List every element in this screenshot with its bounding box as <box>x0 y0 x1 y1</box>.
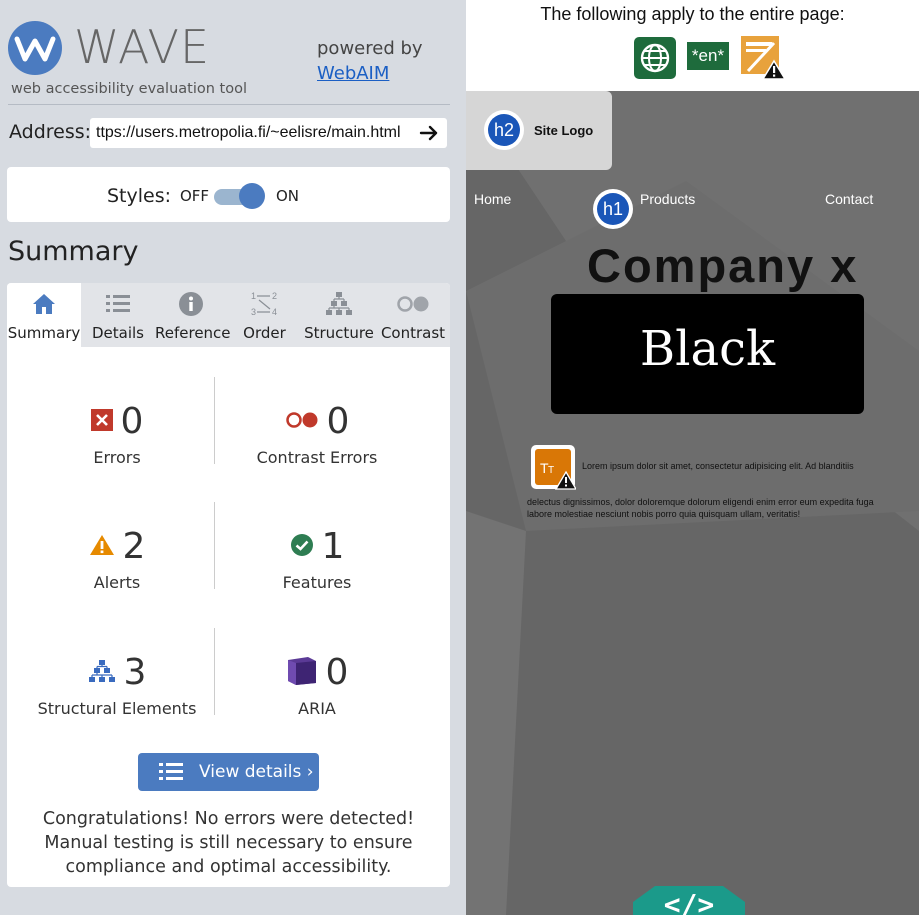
nav-contact[interactable]: Contact <box>825 191 873 207</box>
svg-text:1: 1 <box>251 291 256 301</box>
svg-text:2: 2 <box>272 291 277 301</box>
paragraph-text: Lorem ipsum dolor sit amet, consectetur … <box>582 461 854 471</box>
features-count[interactable]: 1 Features <box>217 526 417 592</box>
tab-structure[interactable]: Structure <box>302 283 376 347</box>
features-value: 1 <box>321 526 345 567</box>
site-logo-text: Site Logo <box>534 123 594 138</box>
tab-label: Structure <box>304 324 374 342</box>
styles-on-label: ON <box>276 187 300 205</box>
font-size-alert-icon[interactable]: T T <box>530 444 576 490</box>
alerts-label: Alerts <box>93 573 141 592</box>
list-icon <box>159 763 183 780</box>
panel-tabs: Summary Details Reference 1 2 3 4 Order Str… <box>7 283 450 347</box>
view-details-button[interactable]: View details › <box>138 753 319 791</box>
address-label: Address: <box>9 121 92 143</box>
powered-by-text: powered by <box>317 38 423 59</box>
styles-toggle-box: Styles: OFF ON <box>7 167 450 222</box>
congrats-message: Congratulations! No errors were detected… <box>42 809 415 877</box>
structural-value: 3 <box>123 652 147 693</box>
black-banner-text: Black <box>639 321 776 377</box>
page-level-icons-bar: The following apply to the entire page: … <box>466 0 919 91</box>
order-icon: 1 2 3 4 <box>251 291 277 317</box>
tab-reference[interactable]: Reference <box>155 283 231 347</box>
contrast-icon <box>397 296 429 312</box>
address-input[interactable]: ttps://users.metropolia.fi/~eelisre/main… <box>90 118 447 148</box>
svg-text:4: 4 <box>272 307 277 317</box>
app-title: WAVE <box>74 20 211 74</box>
error-icon <box>90 408 113 431</box>
app-tagline: web accessibility evaluation tool <box>11 81 247 97</box>
tab-label: Details <box>91 324 144 342</box>
aria-value: 0 <box>325 652 349 693</box>
company-heading: Company x <box>587 239 859 292</box>
structural-count[interactable]: 3 Structural Elements <box>17 652 217 718</box>
errors-label: Errors <box>93 448 141 467</box>
structure-icon <box>88 659 115 682</box>
aria-label: ARIA <box>298 699 336 718</box>
view-details-label: View details › <box>199 762 314 782</box>
page-title: Summary <box>8 236 139 267</box>
errors-count[interactable]: 0 Errors <box>17 401 217 467</box>
wave-sidebar: WAVE web accessibility evaluation tool p… <box>0 0 466 915</box>
page-preview: The following apply to the entire page: … <box>466 0 919 915</box>
aria-count[interactable]: 0 ARIA <box>217 652 417 718</box>
tab-summary[interactable]: Summary <box>7 283 81 347</box>
contrast-errors-label: Contrast Errors <box>256 448 378 467</box>
tab-label: Reference <box>155 324 231 342</box>
styles-off-label: OFF <box>180 187 210 205</box>
page-level-heading: The following apply to the entire page: <box>540 4 845 24</box>
tab-label: Order <box>243 324 286 342</box>
alerts-value: 2 <box>122 526 146 567</box>
page-title-alert-icon[interactable] <box>738 33 786 81</box>
svg-text:</>: </> <box>664 888 715 915</box>
list-icon <box>106 295 130 312</box>
structure-icon <box>326 292 352 315</box>
alerts-count[interactable]: 2 Alerts <box>17 526 217 592</box>
contrast-errors-value: 0 <box>326 401 350 442</box>
check-icon <box>290 533 313 556</box>
code-toggle-button[interactable]: </> <box>633 880 745 915</box>
globe-icon[interactable] <box>634 37 676 79</box>
webaim-link[interactable]: WebAIM <box>317 63 389 84</box>
black-banner: Black <box>551 294 864 414</box>
features-label: Features <box>282 573 352 592</box>
tab-label: Contrast <box>380 324 446 342</box>
alert-icon <box>89 534 114 555</box>
tab-details[interactable]: Details <box>81 283 155 347</box>
paragraph-text: delectus dignissimos, dolor doloremque d… <box>527 497 874 519</box>
styles-toggle-knob[interactable] <box>239 183 265 209</box>
arrow-right-icon[interactable] <box>418 122 440 144</box>
heading-h2-icon[interactable]: h2 <box>484 110 524 150</box>
nav-products[interactable]: Products <box>640 191 695 207</box>
divider <box>8 104 450 105</box>
nav-home[interactable]: Home <box>474 191 511 207</box>
contrast-errors-count[interactable]: 0 Contrast Errors <box>217 401 417 467</box>
aria-icon <box>287 656 316 685</box>
tab-order[interactable]: 1 2 3 4 Order <box>227 283 302 347</box>
tab-contrast[interactable]: Contrast <box>376 283 450 347</box>
tab-label: Summary <box>7 324 81 342</box>
language-icon[interactable]: *en* <box>687 42 729 70</box>
styles-label: Styles: <box>107 185 172 207</box>
heading-h1-icon[interactable]: h1 <box>593 189 633 229</box>
home-icon <box>33 294 55 314</box>
summary-card: Summary Details Reference 1 2 3 4 Order Str… <box>7 283 450 887</box>
info-icon <box>179 292 203 316</box>
wave-logo-icon <box>8 21 62 75</box>
svg-text:3: 3 <box>251 307 256 317</box>
errors-value: 0 <box>120 401 144 442</box>
structural-label: Structural Elements <box>37 699 197 718</box>
contrast-error-icon <box>285 411 318 428</box>
svg-text:T: T <box>548 465 554 476</box>
